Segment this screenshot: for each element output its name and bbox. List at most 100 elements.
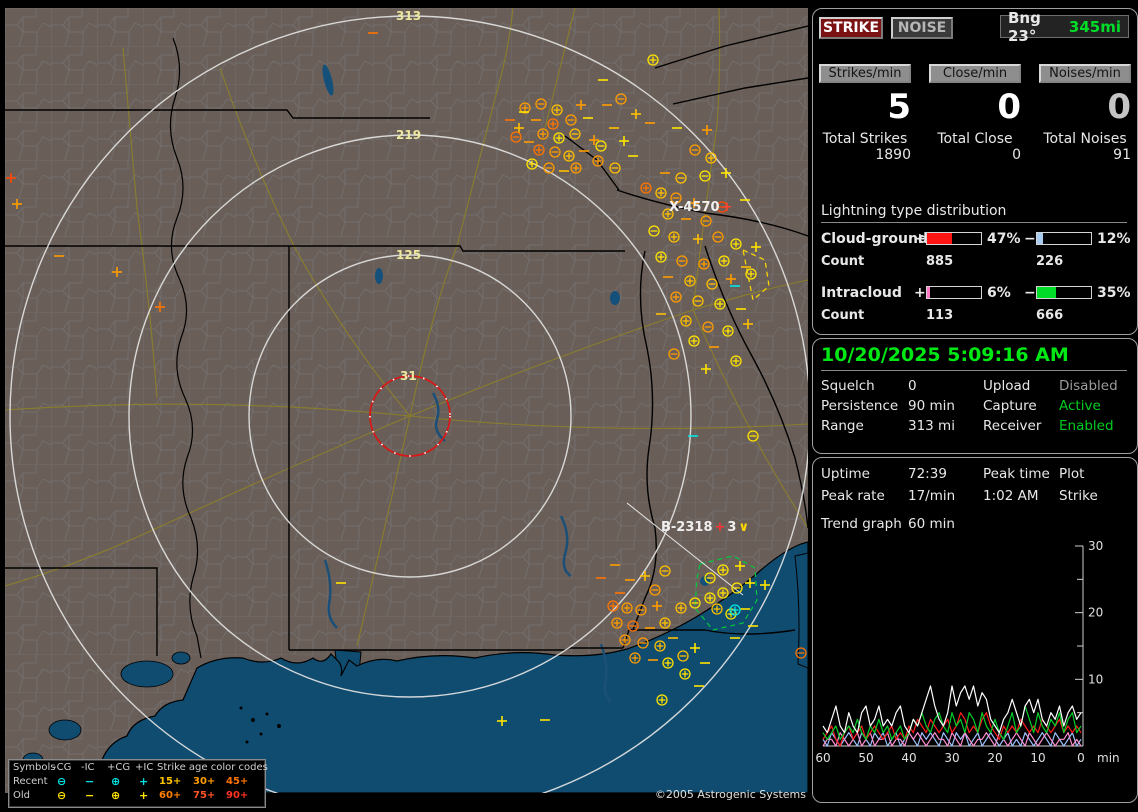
status-divider bbox=[821, 370, 1127, 371]
cg-plus-sign: + bbox=[914, 231, 926, 247]
x-axis-tick-label: 10 bbox=[1030, 751, 1045, 765]
persistence-value: 90 min bbox=[908, 398, 955, 414]
capture-label: Capture bbox=[983, 398, 1037, 414]
cg-minus-count: 226 bbox=[1036, 254, 1064, 269]
range-value: 313 mi bbox=[908, 418, 955, 434]
trend-graph-label: Trend graph bbox=[821, 516, 902, 532]
noise-mode-button[interactable]: NOISE bbox=[891, 17, 953, 39]
peak-rate-value: 17/min bbox=[908, 488, 956, 504]
ic-plus-count: 113 bbox=[926, 308, 954, 323]
peak-rate-label: Peak rate bbox=[821, 488, 885, 504]
legend-symbol-+: + bbox=[139, 775, 149, 788]
legend-text: Old bbox=[13, 790, 30, 801]
strikes-column: Strikes/min 5 Total Strikes 1890 bbox=[819, 64, 911, 163]
uptime-label: Uptime bbox=[821, 466, 870, 482]
intracloud-label: Intracloud bbox=[821, 285, 902, 301]
x-axis-tick-label: 60 bbox=[815, 751, 830, 765]
capture-status: Active bbox=[1059, 398, 1101, 414]
legend-text: 75+ bbox=[193, 790, 216, 801]
total-strikes-value: 1890 bbox=[875, 147, 911, 163]
y-axis-tick-label: 10 bbox=[1088, 672, 1103, 686]
uptime-value: 72:39 bbox=[908, 466, 947, 482]
persistence-label: Persistence bbox=[821, 398, 899, 414]
legend-symbol-⊖: ⊖ bbox=[57, 775, 67, 788]
lightning-map[interactable]: 313 219 125 31 X-4570 + B-2318 +3 ∨ bbox=[4, 7, 811, 812]
ring-distance-label: 125 bbox=[396, 248, 421, 262]
ic-plus-sign: + bbox=[914, 285, 926, 301]
squelch-value: 0 bbox=[908, 378, 917, 394]
nexstorm-window: 313 219 125 31 X-4570 + B-2318 +3 ∨ Symbols -CG -… bbox=[0, 0, 1138, 812]
legend-text: +IC bbox=[135, 762, 154, 773]
storm-cell-label: B-2318 +3 ∨ bbox=[661, 520, 749, 535]
legend-symbol-⊖: ⊖ bbox=[57, 789, 67, 802]
cg-minus-bar bbox=[1036, 232, 1092, 245]
noises-column: Noises/min 0 Total Noises 91 bbox=[1039, 64, 1131, 163]
ic-minus-count: 666 bbox=[1036, 308, 1064, 323]
status-panel: 10/20/2025 5:09:16 AM Squelch 0 Upload D… bbox=[812, 338, 1138, 454]
ic-minus-pct: 35% bbox=[1097, 285, 1131, 301]
legend-text: 60+ bbox=[159, 790, 182, 801]
bearing-readout[interactable]: Bng 23° 345mi bbox=[1000, 9, 1129, 45]
x-axis-unit-label: min bbox=[1097, 751, 1120, 765]
ic-minus-sign: − bbox=[1024, 285, 1036, 301]
legend-text: +CG bbox=[107, 762, 131, 773]
legend-text: -CG bbox=[53, 762, 72, 773]
legend-symbol-−: − bbox=[85, 775, 95, 788]
map-canvas: 313 219 125 31 X-4570 + B-2318 +3 ∨ bbox=[4, 7, 811, 812]
total-strikes-label: Total Strikes bbox=[822, 131, 908, 147]
legend-text: 30+ bbox=[193, 776, 216, 787]
legend-symbol-+: + bbox=[139, 789, 149, 802]
x-axis-tick-label: 30 bbox=[944, 751, 959, 765]
plot-label: Plot bbox=[1059, 466, 1085, 482]
strike-mode-button[interactable]: STRIKE bbox=[819, 17, 883, 39]
close-column: Close/min 0 Total Close 0 bbox=[929, 64, 1021, 163]
trend-series--ic-rate bbox=[822, 732, 1082, 747]
close-per-min-button[interactable]: Close/min bbox=[929, 64, 1021, 83]
bearing-label: Bng 23° bbox=[1008, 8, 1041, 45]
cg-plus-pct: 47% bbox=[987, 231, 1021, 247]
bearing-range: 345mi bbox=[1068, 17, 1121, 36]
legend-symbol-⊕: ⊕ bbox=[111, 789, 121, 802]
squelch-label: Squelch bbox=[821, 378, 875, 394]
trend-panel: Uptime 72:39 Peak time Plot Peak rate 17… bbox=[812, 457, 1138, 803]
legend-text: 90+ bbox=[226, 790, 249, 801]
cg-plus-count: 885 bbox=[926, 254, 954, 269]
upload-status: Disabled bbox=[1059, 378, 1118, 394]
peak-time-label: Peak time bbox=[983, 466, 1050, 482]
x-axis-tick-label: 0 bbox=[1077, 751, 1085, 765]
datetime-display: 10/20/2025 5:09:16 AM bbox=[821, 344, 1069, 366]
x-axis-tick-label: 20 bbox=[987, 751, 1002, 765]
legend-symbol-⊕: ⊕ bbox=[111, 775, 121, 788]
y-axis-tick-label: 30 bbox=[1088, 539, 1103, 553]
x-axis-tick-label: 50 bbox=[858, 751, 873, 765]
cg-minus-sign: − bbox=[1024, 231, 1036, 247]
y-axis-tick-label: 20 bbox=[1088, 606, 1103, 620]
ring-distance-label: 219 bbox=[396, 128, 421, 142]
peak-time-value: 1:02 AM bbox=[983, 488, 1039, 504]
trend-graph-chart: 10 20 30 60 50 40 30 20 10 0 min bbox=[815, 539, 1120, 765]
copyright-text: ©2005 Astrogenic Systems bbox=[654, 788, 806, 801]
distribution-title: Lightning type distribution bbox=[821, 203, 1007, 219]
x-axis-tick-label: 40 bbox=[901, 751, 916, 765]
cg-count-label: Count bbox=[821, 254, 865, 269]
legend-text: Symbols bbox=[13, 762, 56, 773]
legend-age-header: Strike age color codes bbox=[157, 762, 268, 773]
strikes-per-min-button[interactable]: Strikes/min bbox=[819, 64, 911, 83]
cg-plus-bar bbox=[926, 232, 982, 245]
cloud-ground-label: Cloud-ground bbox=[821, 231, 928, 247]
ic-plus-bar bbox=[926, 286, 982, 299]
ring-distance-label: 313 bbox=[396, 9, 421, 23]
ic-minus-bar bbox=[1036, 286, 1092, 299]
storm-cell-label: X-4570 + bbox=[669, 200, 732, 215]
trend-graph-window: 60 min bbox=[908, 516, 955, 532]
upload-label: Upload bbox=[983, 378, 1031, 394]
noises-per-min-button[interactable]: Noises/min bbox=[1039, 64, 1131, 83]
total-noises-value: 91 bbox=[1113, 147, 1131, 163]
cg-minus-pct: 12% bbox=[1097, 231, 1131, 247]
total-noises-label: Total Noises bbox=[1043, 131, 1127, 147]
receiver-label: Receiver bbox=[983, 418, 1042, 434]
strikes-rate-value: 5 bbox=[887, 87, 911, 127]
distribution-divider bbox=[821, 222, 1127, 223]
plot-mode-value[interactable]: Strike bbox=[1059, 488, 1098, 504]
receiver-status: Enabled bbox=[1059, 418, 1114, 434]
